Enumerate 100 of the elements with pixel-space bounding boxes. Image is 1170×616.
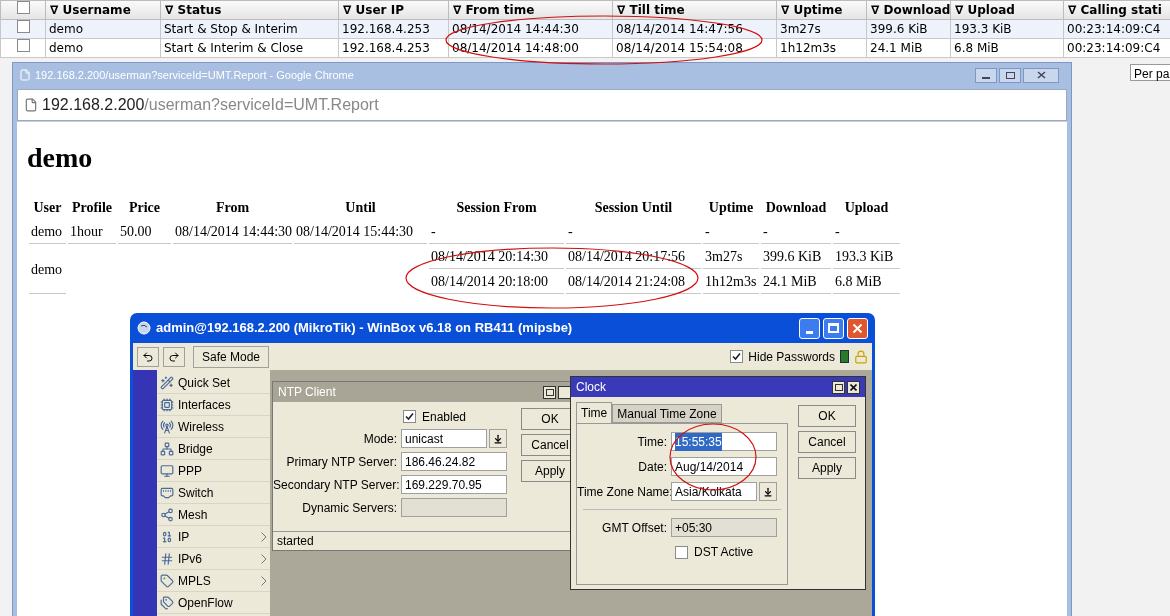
- checkbox-label: DST Active: [694, 544, 754, 561]
- column-header: Session Until: [594, 199, 673, 215]
- text-field[interactable]: 186.46.24.82: [401, 452, 507, 471]
- field-label: Dynamic Servers:: [301, 499, 397, 517]
- table-cell: -: [835, 224, 840, 239]
- table-cell: 24.1 MiB: [763, 274, 817, 289]
- table-cell: 08/14/2014 15:54:08: [616, 41, 743, 55]
- safe-mode-button[interactable]: Safe Mode: [193, 345, 270, 368]
- column-header: Download: [765, 199, 827, 215]
- table-cell: -: [568, 224, 573, 239]
- table-cell: -: [431, 224, 436, 239]
- dialog-button[interactable]: OK: [798, 405, 856, 427]
- table-cell: 50.00: [120, 224, 152, 239]
- table-cell: 08/14/2014 14:44:30: [175, 224, 293, 239]
- column-header: Uptime: [708, 199, 754, 215]
- table-cell: demo: [49, 41, 84, 55]
- dialog-button[interactable]: Apply: [798, 457, 856, 479]
- redo-button[interactable]: [163, 346, 185, 367]
- per-page-select[interactable]: Per pa: [1130, 64, 1170, 81]
- table-cell: 1hour: [70, 224, 103, 239]
- dialog-title: NTP Client: [278, 384, 336, 401]
- table-cell: demo: [31, 261, 63, 277]
- monitor-icon: [160, 463, 174, 478]
- close-button[interactable]: [847, 380, 860, 394]
- field-label: Time:: [636, 433, 667, 451]
- report-heading: demo: [27, 144, 94, 172]
- row-checkbox[interactable]: [16, 39, 30, 52]
- table-cell: 193.3 KiB: [954, 22, 1012, 36]
- table-cell: demo: [49, 22, 84, 36]
- close-icon: [852, 322, 863, 334]
- table-cell: Start & Stop & Interim: [164, 22, 298, 36]
- table-cell: 1h12m3s: [705, 274, 757, 289]
- maximize-button[interactable]: [999, 67, 1021, 83]
- field-label: Primary NTP Server:: [285, 453, 397, 471]
- column-header: Until: [345, 199, 376, 215]
- table-cell: 1h12m3s: [780, 41, 837, 55]
- select-field[interactable]: Asia/Kolkata: [671, 482, 757, 501]
- hide-passwords-checkbox[interactable]: [730, 350, 744, 363]
- table-cell: 08/14/2014 14:47:56: [616, 22, 743, 36]
- antenna-icon: [160, 419, 174, 434]
- table-cell: 193.3 KiB: [835, 249, 894, 264]
- table-cell: 08/14/2014 14:48:00: [452, 41, 579, 55]
- column-header: Upload: [844, 199, 889, 215]
- field-value: 186.46.24.82: [405, 453, 476, 471]
- column-header: User: [33, 199, 62, 215]
- dropdown-button[interactable]: [759, 482, 777, 501]
- window-title: 192.168.2.200/userman?serviceId=UMT.Report - Google Chrome: [35, 67, 354, 83]
- table-cell: 3m27s: [705, 249, 743, 264]
- dialog-title: Clock: [576, 379, 606, 396]
- redo-icon: [168, 350, 180, 363]
- dialog-button[interactable]: Cancel: [798, 431, 856, 453]
- minimize-button[interactable]: [975, 67, 997, 83]
- undo-icon: [142, 350, 154, 363]
- table-cell: 00:23:14:09:C4: [1067, 41, 1161, 55]
- column-header: Profile: [71, 199, 113, 215]
- table-cell: 192.168.4.253: [342, 41, 430, 55]
- dropdown-button[interactable]: [489, 429, 507, 448]
- table-cell: 3m27s: [780, 22, 821, 36]
- checkbox-label: Enabled: [422, 408, 467, 426]
- dst-checkbox[interactable]: [675, 545, 688, 559]
- table-cell: Start & Interim & Close: [164, 41, 304, 55]
- tab[interactable]: Manual Time Zone: [612, 404, 722, 423]
- maximize-button[interactable]: [543, 385, 556, 399]
- text-field[interactable]: 169.229.70.95: [401, 475, 507, 494]
- readonly-field: +05:30: [671, 518, 777, 537]
- close-icon: [1036, 71, 1046, 79]
- table-cell: 08/14/2014 20:18:00: [431, 274, 549, 289]
- page-icon: [24, 98, 38, 112]
- column-header: From: [215, 199, 250, 215]
- close-icon: [850, 383, 857, 391]
- table-cell: 24.1 MiB: [870, 41, 923, 55]
- undo-button[interactable]: [137, 346, 159, 367]
- page-icon: [19, 69, 31, 81]
- table-cell: demo: [31, 224, 63, 239]
- maximize-button[interactable]: [832, 380, 845, 394]
- hash-icon: [160, 551, 174, 566]
- text-field[interactable]: 15:55:35: [671, 432, 777, 451]
- table-cell: 192.168.4.253: [342, 22, 430, 36]
- field-value: 169.229.70.95: [405, 476, 482, 494]
- lock-icon: [854, 349, 868, 364]
- table-cell: 08/14/2014 21:24:08: [568, 274, 686, 289]
- row-checkbox[interactable]: [16, 20, 30, 33]
- select-field[interactable]: unicast: [401, 429, 487, 448]
- tab[interactable]: Time: [576, 402, 613, 423]
- network-icon: [160, 441, 174, 456]
- table-cell: 08/14/2014 15:44:30: [296, 224, 414, 239]
- table-cell: 6.8 MiB: [835, 274, 882, 289]
- field-value: 15:55:35: [675, 432, 722, 451]
- table-cell: 399.6 KiB: [870, 22, 928, 36]
- status-indicator-icon: [840, 350, 849, 363]
- tag-icon: [160, 573, 174, 588]
- enabled-checkbox[interactable]: [403, 410, 416, 423]
- down-arrow-icon: [763, 486, 773, 497]
- tags-icon: [160, 595, 174, 610]
- text-field[interactable]: Aug/14/2014: [671, 457, 777, 476]
- column-header: Session From: [456, 199, 537, 215]
- down-arrow-icon: [493, 433, 503, 444]
- table-cell: -: [705, 224, 710, 239]
- select-all-checkbox[interactable]: [16, 1, 30, 14]
- chip-icon: [160, 397, 174, 412]
